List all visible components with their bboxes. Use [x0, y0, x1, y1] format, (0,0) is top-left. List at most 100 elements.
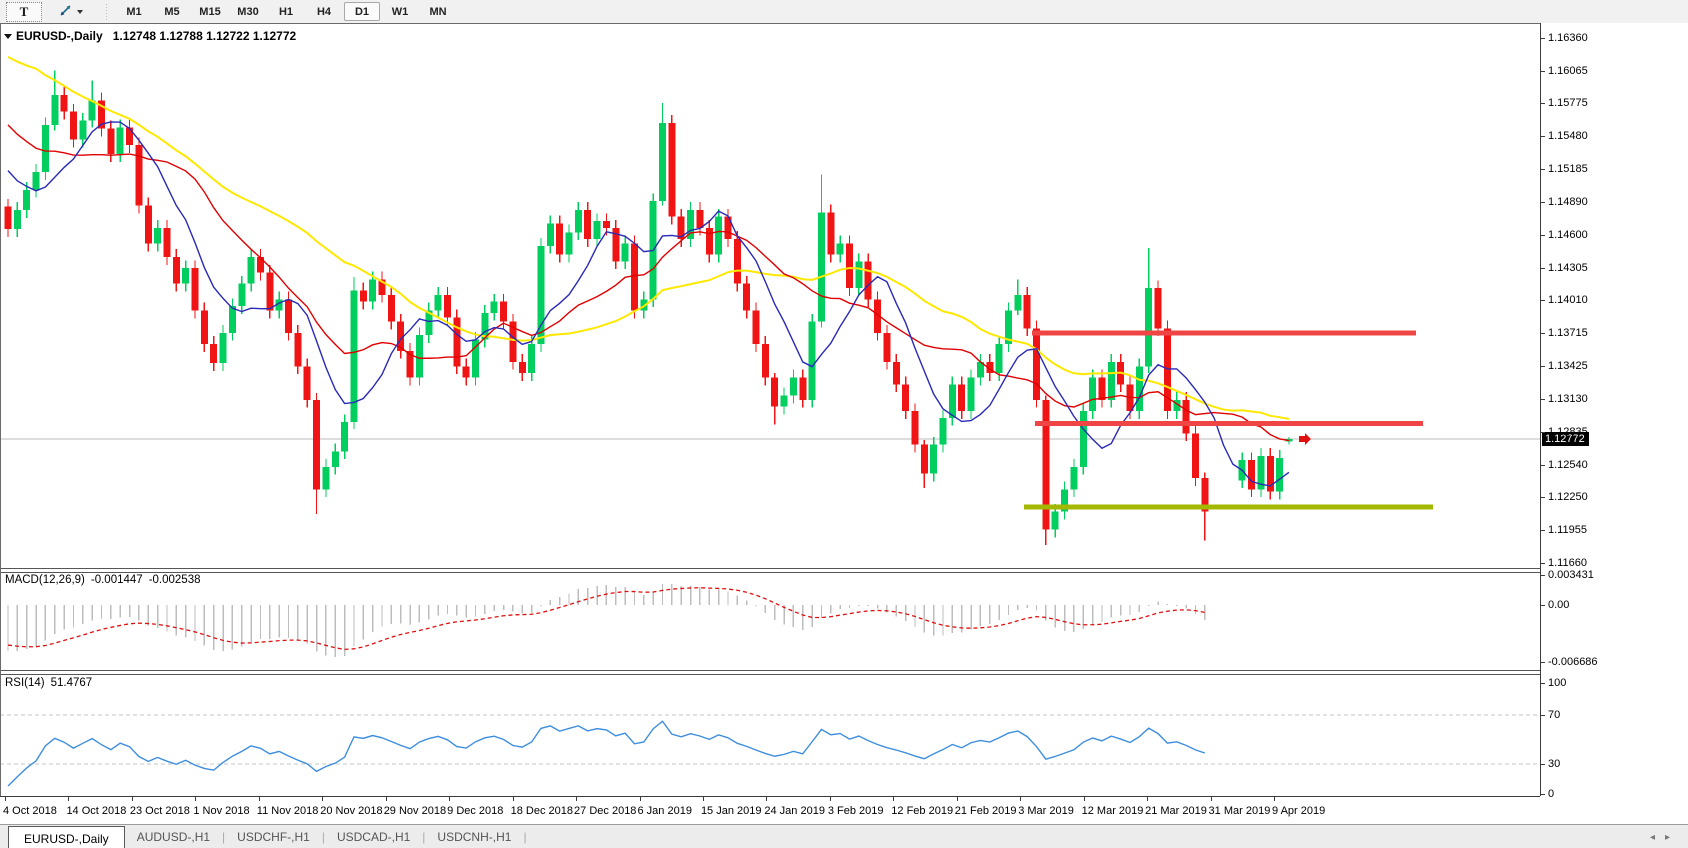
timeframe-button-m30[interactable]: M30 — [230, 2, 266, 21]
chart-ohlc-values: 1.12748 1.12788 1.12722 1.12772 — [113, 29, 297, 43]
text-tool-button[interactable]: T — [6, 2, 42, 22]
date-tick — [576, 797, 577, 801]
axis-tick — [1541, 563, 1545, 564]
resistance-lower[interactable] — [1035, 421, 1423, 426]
sell-arrow[interactable] — [1299, 433, 1311, 445]
axis-tick — [1541, 497, 1545, 498]
tab-usdcad-h1[interactable]: USDCAD-,H1 — [325, 825, 422, 848]
tab-scroll-left-icon[interactable]: ◂ — [1650, 832, 1655, 843]
toolbar: T M1M5M15M30H1H4D1W1MN — [0, 0, 1688, 24]
price-tick-label: 1.12540 — [1548, 459, 1588, 471]
price-tick-label: 1.14600 — [1548, 229, 1588, 241]
axis-tick — [1541, 268, 1545, 269]
tab-scroll-right-icon[interactable]: ▸ — [1665, 832, 1670, 843]
date-tick — [259, 797, 260, 801]
date-tick-label: 12 Feb 2019 — [891, 805, 953, 817]
axis-tick — [1541, 169, 1545, 170]
tab-scroll-arrows: ◂ ▸ — [1650, 825, 1670, 848]
time-axis[interactable]: 4 Oct 201814 Oct 201823 Oct 20181 Nov 20… — [0, 796, 1540, 825]
date-tick — [957, 797, 958, 801]
date-tick — [132, 797, 133, 801]
ma-slow-yellow — [8, 57, 1289, 419]
axis-tick — [1541, 300, 1545, 301]
timeframe-button-d1[interactable]: D1 — [344, 2, 380, 21]
rsi-value: 51.4767 — [51, 677, 93, 689]
timeframe-button-h4[interactable]: H4 — [306, 2, 342, 21]
date-tick-label: 18 Dec 2018 — [511, 805, 573, 817]
date-tick — [68, 797, 69, 801]
timeframe-button-m5[interactable]: M5 — [154, 2, 190, 21]
date-tick — [1211, 797, 1212, 801]
arrange-arrows-button[interactable] — [48, 2, 94, 22]
date-tick-label: 15 Jan 2019 — [701, 805, 762, 817]
axis-tick — [1541, 662, 1545, 663]
support-line[interactable] — [1024, 505, 1433, 510]
timeframe-button-mn[interactable]: MN — [420, 2, 456, 21]
ma-mid-red — [8, 125, 1289, 441]
date-tick-label: 24 Jan 2019 — [764, 805, 825, 817]
timeframe-button-h1[interactable]: H1 — [268, 2, 304, 21]
rsi-tick-label: 30 — [1548, 758, 1560, 770]
date-tick — [513, 797, 514, 801]
candles — [5, 70, 1293, 545]
price-tick-label: 1.15480 — [1548, 130, 1588, 142]
date-tick — [703, 797, 704, 801]
price-tick-label: 1.13425 — [1548, 360, 1588, 372]
timeframe-button-m15[interactable]: M15 — [192, 2, 228, 21]
date-tick — [5, 797, 6, 801]
macd-signal-value: -0.002538 — [149, 574, 201, 586]
tab-eurusd-daily[interactable]: EURUSD-,Daily — [8, 826, 125, 848]
tab-usdcnh-h1[interactable]: USDCNH-,H1 — [425, 825, 523, 848]
axis-tick — [1541, 333, 1545, 334]
date-tick-label: 20 Nov 2018 — [320, 805, 382, 817]
rsi-tick-label: 0 — [1548, 788, 1554, 800]
axis-tick — [1541, 136, 1545, 137]
axis-tick — [1541, 465, 1545, 466]
axis-tick — [1541, 202, 1545, 203]
chart-symbol-period: EURUSD-,Daily — [16, 29, 103, 43]
date-tick-label: 3 Mar 2019 — [1018, 805, 1074, 817]
date-tick-label: 9 Dec 2018 — [447, 805, 503, 817]
toolbar-separator — [104, 4, 109, 20]
timeframe-button-m1[interactable]: M1 — [116, 2, 152, 21]
dropdown-caret-icon[interactable] — [77, 10, 83, 14]
date-tick-label: 12 Mar 2019 — [1082, 805, 1144, 817]
date-tick — [322, 797, 323, 801]
macd-histogram — [7, 584, 1205, 657]
axis-tick — [1541, 103, 1545, 104]
inactive-tabs: AUDUSD-,H1|USDCHF-,H1|USDCAD-,H1|USDCNH-… — [125, 825, 527, 848]
rsi-name: RSI(14) — [5, 677, 45, 689]
price-tick-label: 1.14305 — [1548, 262, 1588, 274]
price-axis[interactable]: 1.12772 1.163601.160651.157751.154801.15… — [1540, 23, 1688, 796]
date-tick-label: 21 Feb 2019 — [955, 805, 1017, 817]
price-tick-label: 1.16360 — [1548, 32, 1588, 44]
price-tick-label: 1.15775 — [1548, 97, 1588, 109]
date-tick — [1147, 797, 1148, 801]
timeframe-button-group: M1M5M15M30H1H4D1W1MN — [115, 2, 457, 21]
axis-tick — [1541, 530, 1545, 531]
date-tick — [1020, 797, 1021, 801]
axis-tick — [1541, 683, 1545, 684]
price-tick-label: 1.12250 — [1548, 491, 1588, 503]
tab-audusd-h1[interactable]: AUDUSD-,H1 — [125, 825, 222, 848]
date-tick — [195, 797, 196, 801]
chart-title: EURUSD-,Daily 1.12748 1.12788 1.12722 1.… — [4, 29, 296, 43]
price-tick-label: 1.12835 — [1548, 426, 1588, 438]
rsi-indicator-panel[interactable] — [0, 675, 1540, 796]
trading-terminal-window: T M1M5M15M30H1H4D1W1MN EURUSD-,Daily 1.1… — [0, 0, 1688, 848]
axis-tick — [1541, 366, 1545, 367]
price-tick-label: 1.14890 — [1548, 196, 1588, 208]
rsi-tick-label: 100 — [1548, 677, 1566, 689]
axis-tick — [1541, 432, 1545, 433]
axis-tick — [1541, 605, 1545, 606]
resistance-upper[interactable] — [1032, 330, 1416, 335]
timeframe-button-w1[interactable]: W1 — [382, 2, 418, 21]
macd-indicator-panel[interactable] — [0, 573, 1540, 670]
tab-usdchf-h1[interactable]: USDCHF-,H1 — [225, 825, 322, 848]
axis-tick — [1541, 235, 1545, 236]
tab-separator: | — [523, 825, 526, 848]
date-tick-label: 9 Apr 2019 — [1272, 805, 1325, 817]
main-price-chart[interactable] — [0, 23, 1540, 568]
double-arrow-icon — [59, 3, 74, 20]
axis-tick — [1541, 715, 1545, 716]
